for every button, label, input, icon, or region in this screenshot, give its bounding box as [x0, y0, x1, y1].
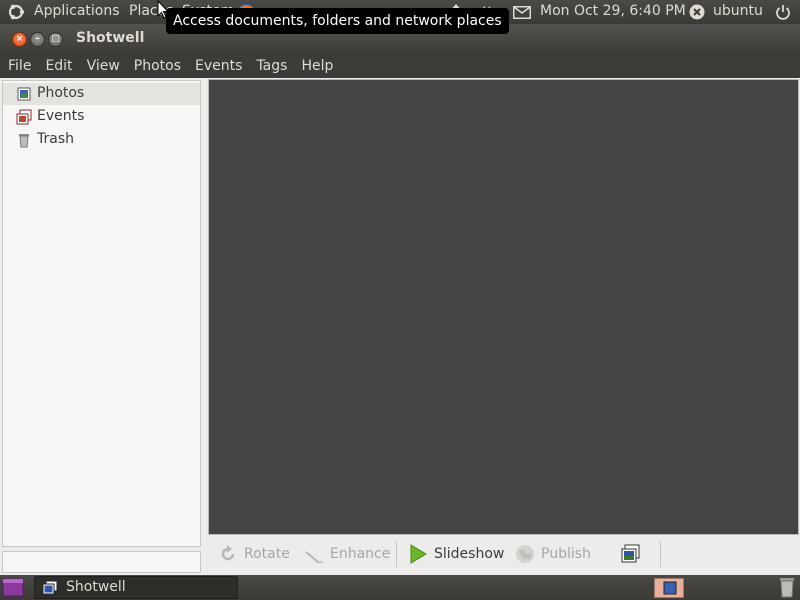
- maximize-icon: □: [51, 34, 60, 44]
- publish-button[interactable]: Publish: [515, 543, 591, 565]
- sidebar-status-area: [2, 551, 201, 573]
- photos-icon: [17, 87, 31, 101]
- trash-applet-icon[interactable]: [777, 577, 797, 598]
- shotwell-app-icon: [42, 580, 58, 595]
- enhance-button[interactable]: Enhance: [304, 543, 390, 565]
- close-window-button[interactable]: ×: [12, 32, 27, 47]
- trash-icon: [19, 134, 29, 148]
- taskbar-item-shotwell[interactable]: Shotwell: [34, 576, 238, 599]
- clock[interactable]: Mon Oct 29, 6:40 PM: [540, 3, 686, 19]
- close-icon: ×: [15, 34, 24, 44]
- minimize-icon: –: [35, 34, 40, 44]
- slideshow-button[interactable]: Slideshow: [408, 543, 504, 565]
- view-photos-icon[interactable]: [620, 543, 642, 565]
- events-icon: [16, 109, 32, 125]
- window-title: Shotwell: [76, 30, 145, 46]
- menu-file[interactable]: File: [8, 58, 31, 74]
- sidebar-item-photos[interactable]: Photos: [3, 83, 200, 105]
- user-status-icon[interactable]: [689, 4, 705, 20]
- photo-viewer-area[interactable]: [208, 79, 799, 535]
- minimize-window-button[interactable]: –: [30, 32, 45, 47]
- rotate-icon: [221, 545, 235, 561]
- enhance-label: Enhance: [330, 546, 391, 562]
- sidebar-item-trash[interactable]: Trash: [3, 129, 200, 151]
- play-icon: [410, 544, 427, 564]
- menu-events[interactable]: Events: [195, 58, 242, 74]
- menubar: File Edit View Photos Events Tags Help: [0, 54, 800, 78]
- rotate-button[interactable]: Rotate: [218, 543, 290, 565]
- show-desktop-icon[interactable]: [2, 578, 24, 597]
- toolbar-separator: [660, 541, 661, 567]
- bottom-panel: Shotwell: [0, 575, 800, 600]
- menu-tags[interactable]: Tags: [256, 58, 287, 74]
- sidebar-item-label: Photos: [37, 85, 85, 101]
- menu-view[interactable]: View: [87, 58, 120, 74]
- places-tooltip: Access documents, folders and network pl…: [166, 8, 509, 34]
- workspace-window-icon: [663, 581, 677, 595]
- maximize-window-button[interactable]: □: [48, 32, 63, 47]
- menu-help[interactable]: Help: [301, 58, 333, 74]
- sidebar-item-label: Events: [37, 108, 85, 124]
- window-body: Photos Events Trash Rotate Enhance Slide…: [0, 78, 800, 575]
- rotate-label: Rotate: [244, 546, 290, 562]
- slideshow-label: Slideshow: [434, 546, 505, 562]
- user-menu[interactable]: ubuntu: [713, 3, 763, 19]
- taskbar-item-label: Shotwell: [66, 579, 126, 595]
- mail-icon[interactable]: [513, 6, 531, 19]
- publish-label: Publish: [541, 546, 591, 562]
- toolbar-separator: [396, 541, 397, 567]
- workspace-switcher[interactable]: [654, 578, 684, 598]
- menu-photos[interactable]: Photos: [134, 58, 181, 74]
- publish-globe-icon: [516, 545, 534, 563]
- applications-menu[interactable]: Applications: [34, 3, 120, 19]
- sidebar-item-events[interactable]: Events: [3, 106, 200, 128]
- power-icon[interactable]: [775, 4, 791, 20]
- ubuntu-logo-icon[interactable]: [7, 3, 25, 21]
- enhance-wand-icon: [305, 551, 323, 563]
- menu-edit[interactable]: Edit: [45, 58, 72, 74]
- mouse-cursor-icon: [157, 0, 169, 19]
- photo-toolbar: Rotate Enhance Slideshow Publish: [208, 535, 799, 573]
- sidebar-item-label: Trash: [37, 131, 74, 147]
- sidebar: Photos Events Trash: [2, 80, 201, 547]
